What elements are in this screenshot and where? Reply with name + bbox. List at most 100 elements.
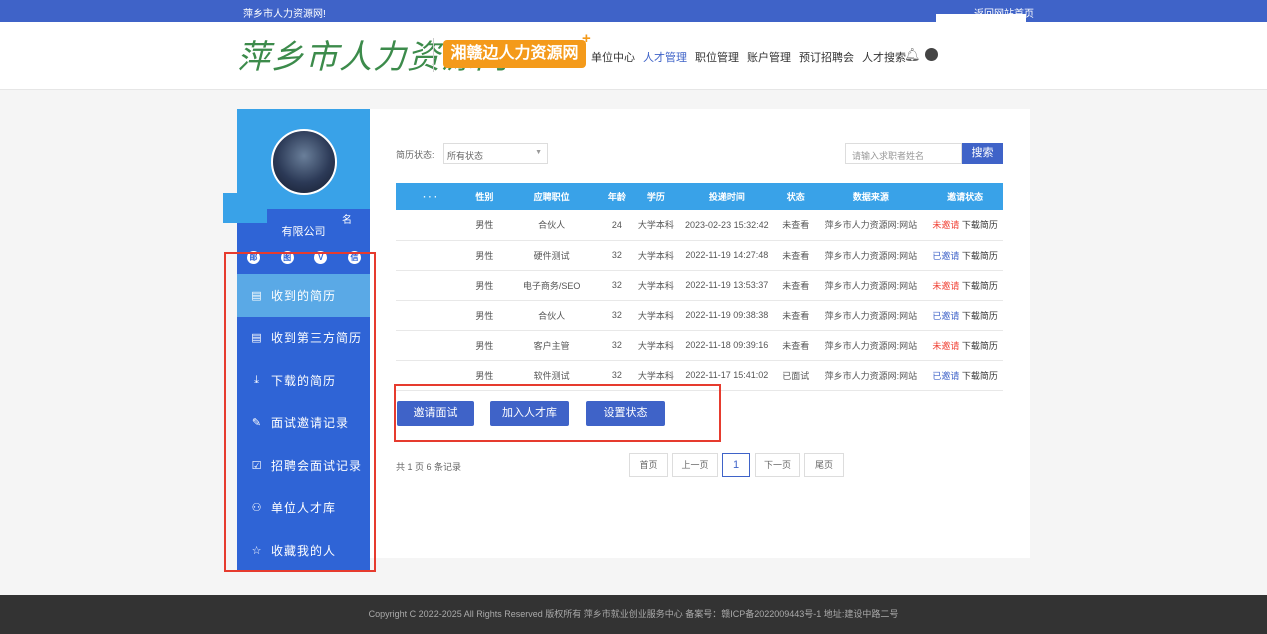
sidebar-highlight-box <box>224 252 376 572</box>
header: 萍乡市人力资源网 湘赣边人力资源网 + 单位中心 人才管理 职位管理 账户管理 预订招聘… <box>0 22 1267 90</box>
status-cell: 未查看 <box>776 240 815 271</box>
candidate-cell[interactable] <box>396 210 465 241</box>
candidate-cell[interactable] <box>396 270 465 301</box>
status-filter-select[interactable]: 所有状态 ▼ <box>443 143 548 164</box>
source-cell: 萍乡市人力资源网:网站 <box>814 270 928 301</box>
nav-item[interactable]: 单位中心 <box>591 49 635 65</box>
status-cell: 未查看 <box>776 300 815 331</box>
position-cell: 客户主管 <box>504 330 600 361</box>
resume-table: · · · 性别 应聘职位 年龄 学历 投递时间 状态 数据来源 邀请状态 男性 合伙人 24 大学本… <box>396 183 1003 391</box>
candidate-cell[interactable] <box>396 240 465 271</box>
download-resume-link[interactable]: 下载简历 <box>962 251 998 261</box>
source-cell: 萍乡市人力资源网:网站 <box>814 210 928 241</box>
table-header-row: · · · 性别 应聘职位 年龄 学历 投递时间 状态 数据来源 邀请状态 <box>396 183 1003 210</box>
table-row[interactable]: 男性 硬件测试 32 大学本科 2022-11-19 14:27:48 未查看 萍乡市人力资… <box>396 240 1003 271</box>
column-header: · · · <box>396 183 465 210</box>
status-filter-label: 简历状态: <box>396 150 435 160</box>
nav-item[interactable]: 账户管理 <box>747 49 791 65</box>
download-resume-link[interactable]: 下载简历 <box>962 311 998 321</box>
invite-status: 未邀请 <box>932 220 960 231</box>
download-resume-link[interactable]: 下载简历 <box>962 341 998 351</box>
status-cell: 已面试 <box>776 360 815 391</box>
position-cell: 合伙人 <box>504 210 600 241</box>
invite-status: 已邀请 <box>932 370 960 381</box>
status-cell: 未查看 <box>776 270 815 301</box>
position-cell: 电子商务/SEO <box>504 270 600 301</box>
column-header: 数据来源 <box>814 183 928 210</box>
invite-cell: 未邀请 下载简历 <box>927 210 1003 241</box>
invite-cell: 已邀请 下载简历 <box>927 240 1003 271</box>
invite-cell: 未邀请 下载简历 <box>927 270 1003 301</box>
submit-time-cell: 2022-11-19 14:27:48 <box>676 240 777 271</box>
download-resume-link[interactable]: 下载简历 <box>962 220 998 230</box>
gender-cell: 男性 <box>464 330 505 361</box>
nav-item[interactable]: 人才搜索 <box>862 49 906 65</box>
age-cell: 32 <box>599 270 635 301</box>
source-cell: 萍乡市人力资源网:网站 <box>814 300 928 331</box>
site-name: 萍乡市人力资源网! <box>243 9 326 20</box>
column-header: 投递时间 <box>676 183 777 210</box>
column-header: 性别 <box>464 183 505 210</box>
invite-cell: 已邀请 下载简历 <box>927 360 1003 391</box>
source-cell: 萍乡市人力资源网:网站 <box>814 330 928 361</box>
search-button[interactable]: 搜索 <box>962 143 1003 164</box>
position-cell: 合伙人 <box>504 300 600 331</box>
invite-status: 已邀请 <box>932 250 960 261</box>
actions-highlight-box <box>394 384 721 442</box>
invite-cell: 已邀请 下载简历 <box>927 300 1003 331</box>
footer: Copyright C 2022-2025 All Rights Reserve… <box>0 595 1267 634</box>
top-bar: 萍乡市人力资源网! 返回网站首页 <box>0 0 1267 22</box>
gender-cell: 男性 <box>464 240 505 271</box>
education-cell: 大学本科 <box>634 330 677 361</box>
company-name-mask-left <box>223 193 237 223</box>
age-cell: 32 <box>599 240 635 271</box>
table-row[interactable]: 男性 合伙人 24 大学本科 2023-02-23 15:32:42 未查看 萍乡市人力资源… <box>396 210 1003 241</box>
column-header: 状态 <box>776 183 815 210</box>
invite-status: 未邀请 <box>932 280 960 291</box>
gender-cell: 男性 <box>464 210 505 241</box>
candidate-cell[interactable] <box>396 330 465 361</box>
main-nav: 单位中心 人才管理 职位管理 账户管理 预订招聘会 人才搜索 <box>591 49 906 65</box>
first-page-button[interactable]: 首页 <box>629 453 668 477</box>
download-resume-link[interactable]: 下载简历 <box>962 371 998 381</box>
home-link[interactable]: 返回网站首页 <box>974 5 1034 20</box>
page-1-button[interactable]: 1 <box>722 453 750 477</box>
chevron-down-icon: ▼ <box>535 149 542 156</box>
nav-item[interactable]: 预订招聘会 <box>799 49 854 65</box>
invite-status: 已邀请 <box>932 310 960 321</box>
invite-cell: 未邀请 下载简历 <box>927 330 1003 361</box>
education-cell: 大学本科 <box>634 300 677 331</box>
source-cell: 萍乡市人力资源网:网站 <box>814 240 928 271</box>
next-page-button[interactable]: 下一页 <box>755 453 800 477</box>
age-cell: 32 <box>599 330 635 361</box>
bell-icon[interactable]: 🔔︎ <box>904 47 921 63</box>
age-cell: 24 <box>599 210 635 241</box>
xianggan-badge[interactable]: 湘赣边人力资源网 <box>443 40 586 68</box>
education-cell: 大学本科 <box>634 270 677 301</box>
age-cell: 32 <box>599 300 635 331</box>
nav-item[interactable]: 职位管理 <box>695 49 739 65</box>
table-row[interactable]: 男性 电子商务/SEO 32 大学本科 2022-11-19 13:53:37 未查看 萍乡… <box>396 270 1003 301</box>
status-cell: 未查看 <box>776 330 815 361</box>
column-header: 学历 <box>634 183 677 210</box>
column-header: 年龄 <box>599 183 635 210</box>
gender-cell: 男性 <box>464 300 505 331</box>
prev-page-button[interactable]: 上一页 <box>672 453 718 477</box>
table-row[interactable]: 男性 合伙人 32 大学本科 2022-11-19 09:38:38 未查看 萍乡市人力资源… <box>396 300 1003 331</box>
status-cell: 未查看 <box>776 210 815 241</box>
last-page-button[interactable]: 尾页 <box>804 453 844 477</box>
pagination-info: 共 1 页 6 条记录 <box>396 462 462 472</box>
company-avatar[interactable] <box>271 129 337 195</box>
logo-divider <box>433 38 434 72</box>
position-cell: 硬件测试 <box>504 240 600 271</box>
company-name: 有限公司 <box>281 226 326 238</box>
user-avatar[interactable] <box>925 48 938 61</box>
search-input[interactable]: 请输入求职者姓名 <box>845 143 962 164</box>
submit-time-cell: 2022-11-19 09:38:38 <box>676 300 777 331</box>
download-resume-link[interactable]: 下载简历 <box>962 281 998 291</box>
candidate-cell[interactable] <box>396 300 465 331</box>
table-row[interactable]: 男性 客户主管 32 大学本科 2022-11-18 09:39:16 未查看 萍乡市人力资… <box>396 330 1003 361</box>
submit-time-cell: 2023-02-23 15:32:42 <box>676 210 777 241</box>
source-cell: 萍乡市人力资源网:网站 <box>814 360 928 391</box>
nav-item[interactable]: 人才管理 <box>643 49 687 65</box>
